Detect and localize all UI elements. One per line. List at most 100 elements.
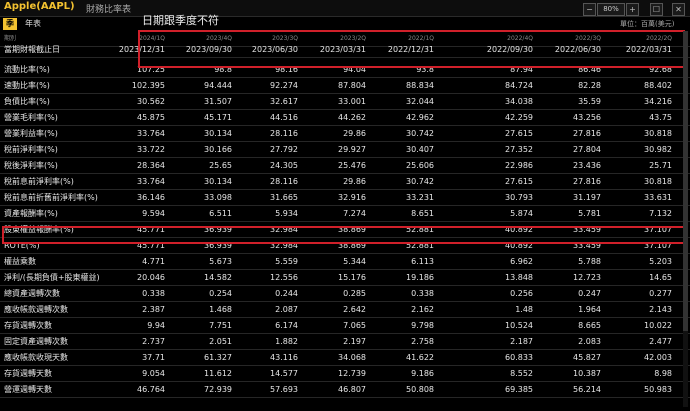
table-row: 負債比率(%) 30.562 31.507 32.617 33.001 32.044 34.… [0, 94, 690, 110]
table-cell: 30.818 [644, 129, 672, 138]
table-row: 營業利益率(%) 33.764 30.134 28.116 29.86 30.742 27.… [0, 126, 690, 142]
table-cell: 43.75 [649, 113, 672, 122]
title-bar: Apple(AAPL) 財務比率表 − 80% + ☐ ✕ [0, 0, 690, 17]
table-row: 稅後淨利率(%) 28.364 25.65 24.305 25.476 25.606 22.… [0, 158, 690, 174]
table-cell: 8.98 [654, 369, 672, 378]
row-label: 稅前淨利率(%) [4, 145, 58, 154]
table-cell: 27.816 [573, 177, 601, 186]
table-cell: 0.277 [649, 289, 672, 298]
table-cell: 2.083 [578, 337, 601, 346]
table-cell: 2.162 [411, 305, 434, 314]
vertical-scrollbar[interactable] [683, 31, 688, 407]
maximize-button[interactable]: ☐ [650, 3, 663, 16]
close-button[interactable]: ✕ [672, 3, 685, 16]
table-cell: 2.143 [649, 305, 672, 314]
table-row: 應收帳款週轉次數 2.387 1.468 2.087 2.642 2.162 1.48 1.9… [0, 302, 690, 318]
row-label: 總資產週轉次數 [4, 289, 60, 298]
table-cell: 7.132 [649, 209, 672, 218]
table-cell: 14.65 [649, 273, 672, 282]
table-cell: 9.186 [411, 369, 434, 378]
table-cell: 42.962 [406, 113, 434, 122]
table-cell: 5.203 [649, 257, 672, 266]
scrollbar-thumb[interactable] [683, 31, 688, 331]
unit-label: 單位：百萬(美元) [620, 20, 675, 28]
table-cell: 30.818 [644, 177, 672, 186]
row-label: 稅後淨利率(%) [4, 161, 58, 170]
table-row: 存貨週轉天數 9.054 11.612 14.577 12.739 9.186 8.552 1… [0, 366, 690, 382]
table-cell: 25.71 [649, 161, 672, 170]
table-cell: 6.113 [411, 257, 434, 266]
app-title: Apple(AAPL) [4, 1, 75, 12]
table-cell: 5.788 [578, 257, 601, 266]
table-cell: 88.834 [406, 81, 434, 90]
table-cell: 43.256 [573, 113, 601, 122]
table-row: 總資產週轉次數 0.338 0.254 0.244 0.285 0.338 0.256 0.2… [0, 286, 690, 302]
table-row: 資產報酬率(%) 9.594 6.511 5.934 7.274 8.651 5.874 5.… [0, 206, 690, 222]
row-label: 當期財報截止日 [4, 45, 60, 54]
table-cell: 88.402 [644, 81, 672, 90]
table-cell: 35.59 [578, 97, 601, 106]
table-cell: 2.758 [411, 337, 434, 346]
table-cell: 27.804 [573, 145, 601, 154]
table-cell: 8.665 [578, 321, 601, 330]
table-cell: 25.606 [406, 161, 434, 170]
table-cell: 9.798 [411, 321, 434, 330]
window-subtitle: 財務比率表 [86, 5, 132, 15]
table-cell: 8.651 [411, 209, 434, 218]
row-label: 資產報酬率(%) [4, 209, 58, 218]
row-label: 營運週轉天數 [4, 385, 52, 394]
row-label: 固定資產週轉次數 [4, 337, 68, 346]
roe-row-highlight [2, 226, 685, 244]
table-row: 速動比率(%) 102.395 94.444 92.274 87.804 88.834 84… [0, 78, 690, 94]
annotation-text: 日期跟季度不符 [142, 14, 219, 27]
table-row: 固定資產週轉次數 2.737 2.051 1.882 2.197 2.758 2.187 2.… [0, 334, 690, 350]
table-cell: 30.742 [406, 129, 434, 138]
table-row: 稅前淨利率(%) 33.722 30.166 27.792 29.927 30.407 27… [0, 142, 690, 158]
row-label: 應收帳款收現天數 [4, 353, 68, 362]
row-label: 營業毛利率(%) [4, 113, 58, 122]
table-cell: 30.982 [644, 145, 672, 154]
row-label: 速動比率(%) [4, 81, 50, 90]
table-cell: 10.022 [644, 321, 672, 330]
table-cell: 1.964 [578, 305, 601, 314]
table-cell: 23.436 [573, 161, 601, 170]
row-label: 流動比率(%) [4, 65, 50, 74]
table-cell: 50.983 [644, 385, 672, 394]
table-cell: 30.407 [406, 145, 434, 154]
table-cell: 30.742 [406, 177, 434, 186]
table-cell: 0.338 [411, 289, 434, 298]
table-cell: 56.214 [573, 385, 601, 394]
row-label: 存貨週轉天數 [4, 369, 52, 378]
table-cell: 2.477 [649, 337, 672, 346]
row-label: 營業利益率(%) [4, 129, 58, 138]
row-label: 應收帳款週轉次數 [4, 305, 68, 314]
table-cell: 34.216 [644, 97, 672, 106]
row-label: 權益乘數 [4, 257, 36, 266]
table-cell: 50.808 [406, 385, 434, 394]
table-row: 稅前息前淨利率(%) 33.764 30.134 28.116 29.86 30.742 2… [0, 174, 690, 190]
table-row: 淨利/(長期負債+股東權益) 20.046 14.582 12.556 15.176 19… [0, 270, 690, 286]
table-cell: 31.197 [573, 193, 601, 202]
tab-annual[interactable]: 年表 [22, 18, 44, 30]
zoom-in-button[interactable]: + [626, 3, 639, 16]
table-cell: 42.003 [644, 353, 672, 362]
table-cell: 12.723 [573, 273, 601, 282]
table-row: 存貨週轉次數 9.94 7.751 6.174 7.065 9.798 10.524 8.66… [0, 318, 690, 334]
tab-bar: 季 年表 [0, 17, 690, 31]
date-mismatch-highlight [138, 30, 685, 68]
table-row: 稅前息前折舊前淨利率(%) 36.146 33.098 31.665 32.916 33.… [0, 190, 690, 206]
tab-quarterly[interactable]: 季 [3, 18, 17, 30]
table-cell: 33.631 [644, 193, 672, 202]
table-row: 應收帳款收現天數 37.71 61.327 43.116 34.068 41.622 60.… [0, 350, 690, 366]
zoom-out-button[interactable]: − [583, 3, 596, 16]
table-cell: 41.622 [406, 353, 434, 362]
table-row: 營業毛利率(%) 45.875 45.171 44.516 44.262 42.962 42… [0, 110, 690, 126]
table-cell: 19.186 [406, 273, 434, 282]
table-cell: 32.044 [406, 97, 434, 106]
table-cell: 33.231 [406, 193, 434, 202]
zoom-level[interactable]: 80% [597, 3, 625, 16]
row-label: 負債比率(%) [4, 97, 50, 106]
table-cell: 27.816 [573, 129, 601, 138]
table-cell: 82.28 [578, 81, 601, 90]
table-cell: 0.247 [578, 289, 601, 298]
